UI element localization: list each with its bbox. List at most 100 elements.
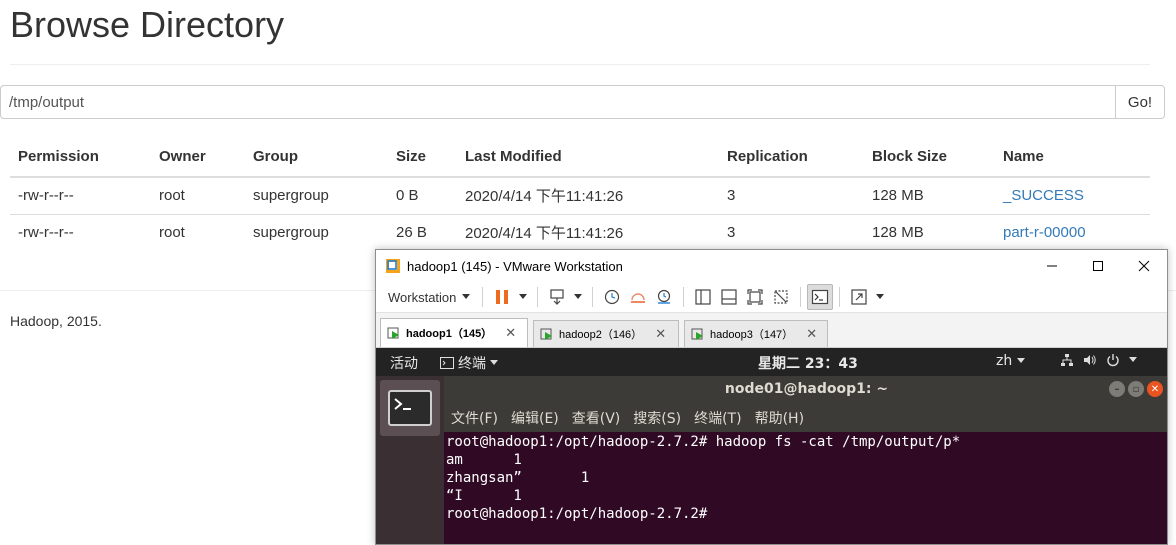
terminal-icon <box>440 357 454 369</box>
path-form: Go! <box>0 85 1165 119</box>
menu-search[interactable]: 搜索(S) <box>633 408 681 428</box>
terminal-output[interactable]: root@hadoop1:/opt/hadoop-2.7.2# hadoop f… <box>444 432 1167 524</box>
vm-running-icon <box>540 328 552 340</box>
tab-hadoop2[interactable]: hadoop2（146） ✕ <box>533 320 679 347</box>
cell-last-modified: 2020/4/14 下午11:41:26 <box>457 176 719 214</box>
file-link-success[interactable]: _SUCCESS <box>1003 187 1084 204</box>
terminal-line: “I 1 <box>446 488 522 504</box>
pause-icon <box>496 290 509 304</box>
header-block-size[interactable]: Block Size <box>864 137 995 178</box>
unity-mode-icon <box>774 290 789 304</box>
snapshot-button[interactable] <box>599 284 625 310</box>
library-view-button[interactable] <box>690 284 716 310</box>
close-icon <box>1138 260 1150 272</box>
minimize-button[interactable] <box>1029 250 1075 282</box>
tab-hadoop1[interactable]: hadoop1（145） ✕ <box>380 318 528 347</box>
send-ctrl-alt-del-icon <box>550 289 565 305</box>
vmware-window: hadoop1 (145) - VMware Workstation Works… <box>375 249 1168 545</box>
power-icon <box>1107 354 1119 367</box>
pause-button[interactable] <box>489 284 515 310</box>
cell-permission: -rw-r--r-- <box>10 176 151 214</box>
menu-terminal[interactable]: 终端(T) <box>694 408 741 428</box>
header-replication[interactable]: Replication <box>719 137 864 178</box>
network-icon <box>1061 354 1073 366</box>
tab-close-icon[interactable]: ✕ <box>505 325 516 341</box>
terminal-menubar: 文件(F) 编辑(E) 查看(V) 搜索(S) 终端(T) 帮助(H) <box>444 404 1167 432</box>
send-keys-dropdown[interactable] <box>570 284 586 310</box>
header-owner[interactable]: Owner <box>151 137 245 178</box>
workstation-menu[interactable]: Workstation <box>382 290 476 305</box>
header-last-modified[interactable]: Last Modified <box>457 137 719 178</box>
file-link-part[interactable]: part-r-00000 <box>1003 224 1086 241</box>
header-name[interactable]: Name <box>995 137 1150 178</box>
clock[interactable]: 星期二 23：43 <box>758 353 858 373</box>
maximize-button[interactable] <box>1075 250 1121 282</box>
page-title: Browse Directory <box>10 4 285 45</box>
chevron-down-icon <box>876 294 885 299</box>
volume-icon <box>1084 355 1096 365</box>
vm-running-icon <box>387 327 399 339</box>
cell-size: 26 B <box>388 213 457 251</box>
tab-close-icon[interactable]: ✕ <box>806 326 817 342</box>
thumbnail-bar-button[interactable] <box>716 284 742 310</box>
input-method-menu[interactable]: zh <box>996 353 1026 369</box>
tab-close-icon[interactable]: ✕ <box>655 326 666 342</box>
menu-help[interactable]: 帮助(H) <box>755 408 804 428</box>
full-screen-button[interactable] <box>742 284 768 310</box>
system-tray[interactable] <box>1060 353 1137 367</box>
menu-edit[interactable]: 编辑(E) <box>511 408 559 428</box>
terminal-close-icon[interactable]: ✕ <box>1147 381 1163 397</box>
vmware-toolbar: Workstation <box>376 282 1167 313</box>
terminal-app-icon <box>388 390 432 426</box>
cell-block-size: 128 MB <box>864 213 995 251</box>
terminal-minimize-icon[interactable]: – <box>1109 381 1125 397</box>
guest-screen[interactable]: 活动 终端 星期二 23：43 zh node01@hadoop1: ~ – ▫… <box>376 348 1167 544</box>
header-permission[interactable]: Permission <box>10 137 151 178</box>
app-menu[interactable]: 终端 <box>440 353 498 373</box>
full-screen-icon <box>747 289 764 305</box>
go-button[interactable]: Go! <box>1115 85 1165 119</box>
terminal-titlebar[interactable]: node01@hadoop1: ~ – ▫ ✕ <box>444 376 1167 404</box>
header-group[interactable]: Group <box>245 137 388 178</box>
terminal-line: zhangsan” 1 <box>446 470 590 486</box>
power-dropdown[interactable] <box>515 284 531 310</box>
console-icon <box>812 289 829 305</box>
stretch-icon <box>851 289 868 305</box>
menu-file[interactable]: 文件(F) <box>451 408 498 428</box>
terminal-maximize-icon[interactable]: ▫ <box>1128 381 1144 397</box>
chevron-down-icon <box>1017 358 1026 363</box>
title-divider <box>10 64 1150 65</box>
workstation-menu-label: Workstation <box>388 289 457 305</box>
app-menu-label: 终端 <box>458 356 486 372</box>
cell-block-size: 128 MB <box>864 176 995 214</box>
sidebar-layout-icon <box>695 289 712 305</box>
menu-view[interactable]: 查看(V) <box>572 408 621 428</box>
cell-name: _SUCCESS <box>995 176 1150 214</box>
stretch-view-button[interactable] <box>846 284 872 310</box>
snapshot-manager-icon <box>658 289 671 304</box>
ubuntu-dock <box>376 376 444 544</box>
terminal-line: am 1 <box>446 452 522 468</box>
header-size[interactable]: Size <box>388 137 457 178</box>
bottom-bar-layout-icon <box>721 289 738 305</box>
console-view-button[interactable] <box>807 284 834 310</box>
tab-hadoop3[interactable]: hadoop3（147） ✕ <box>684 320 828 347</box>
tab-label: hadoop2（146） <box>559 329 643 341</box>
cell-group: supergroup <box>245 213 388 251</box>
footer-text: Hadoop, 2015. <box>10 313 102 329</box>
stretch-dropdown[interactable] <box>872 284 888 310</box>
send-keys-button[interactable] <box>544 284 570 310</box>
revert-snapshot-icon <box>631 293 646 303</box>
vmware-titlebar[interactable]: hadoop1 (145) - VMware Workstation <box>376 250 1167 282</box>
activities-button[interactable]: 活动 <box>390 353 418 373</box>
minimize-icon <box>1047 265 1057 267</box>
cell-group: supergroup <box>245 176 388 214</box>
revert-snapshot-button[interactable] <box>625 284 651 310</box>
path-input[interactable] <box>0 85 1115 119</box>
unity-mode-button[interactable] <box>768 284 794 310</box>
snapshot-manager-button[interactable] <box>651 284 677 310</box>
window-controls <box>1029 250 1167 282</box>
close-button[interactable] <box>1121 250 1167 282</box>
directory-table: Permission Owner Group Size Last Modifie… <box>10 137 1150 251</box>
dock-terminal-launcher[interactable] <box>380 380 440 436</box>
